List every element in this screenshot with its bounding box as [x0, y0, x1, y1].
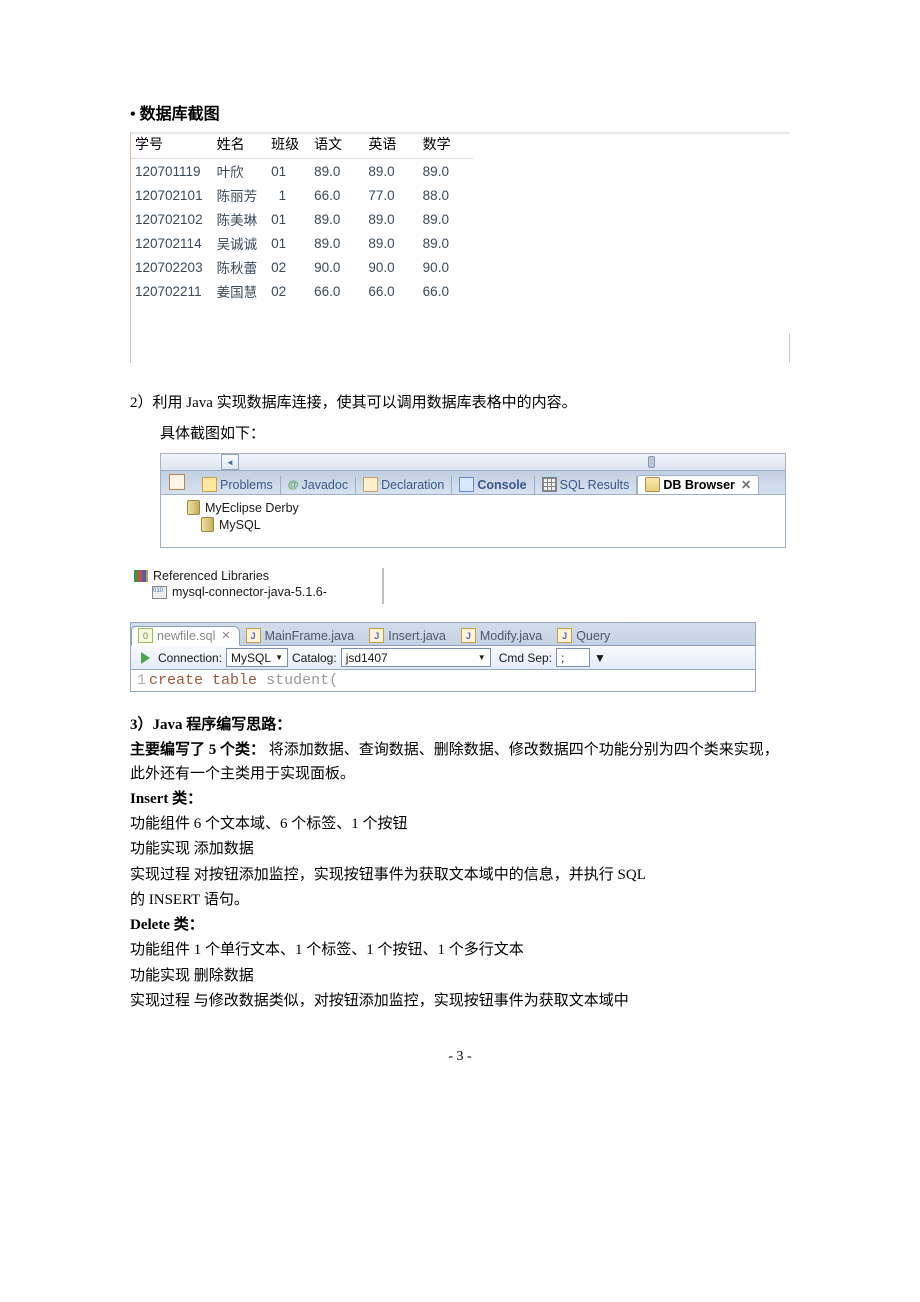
section-3: 3）Java 程序编写思路： 主要编写了 5 个类： 将添加数据、查询数据、删除…: [130, 714, 790, 1013]
table-row: 120702102陈美琳0189.089.089.0: [131, 207, 473, 231]
tab-insert[interactable]: JInsert.java: [363, 627, 455, 645]
at-icon: @: [288, 479, 299, 491]
chevron-down-icon: ▼: [275, 653, 283, 662]
database-icon: [201, 517, 214, 532]
console-icon: [459, 477, 474, 492]
table-row: 120702114吴诚诚0189.089.089.0: [131, 231, 473, 255]
table-row: 120701119叶欣0189.089.089.0: [131, 159, 473, 184]
connection-label: Connection:: [158, 651, 222, 665]
text-screenshot-below: 具体截图如下：: [160, 422, 790, 443]
table-row: 120702101陈丽芳166.077.088.0: [131, 183, 473, 207]
jar-node[interactable]: mysql-connector-java-5.1.6-: [148, 584, 382, 600]
insert-line: 功能实现 添加数据: [130, 838, 790, 861]
col-english: 英语: [364, 132, 418, 159]
sql-editor-line[interactable]: 1create table student(: [130, 670, 756, 692]
delete-line: 实现过程 与修改数据类似，对按钮添加监控，实现按钮事件为获取文本域中: [130, 990, 790, 1013]
tree-item-mysql[interactable]: MySQL: [201, 516, 785, 533]
cmdsep-combo[interactable]: ;: [556, 648, 590, 667]
editor-tab-strip: 0newfile.sql✕ JMainFrame.java JInsert.ja…: [130, 622, 756, 646]
java-file-icon: J: [557, 628, 572, 643]
scroll-grip-icon[interactable]: [648, 456, 655, 468]
horizontal-scrollbar[interactable]: ◄: [160, 453, 786, 470]
close-icon[interactable]: ✕: [221, 629, 230, 642]
heading-section-3: 3）Java 程序编写思路：: [130, 717, 291, 733]
tab-declaration[interactable]: Declaration: [356, 476, 452, 494]
sql-file-icon: 0: [138, 628, 153, 643]
tab-mainframe[interactable]: JMainFrame.java: [240, 627, 364, 645]
tab-modify[interactable]: JModify.java: [455, 627, 551, 645]
insert-line: 的 INSERT 语句。: [130, 889, 790, 912]
db-browser-tree: MyEclipse Derby MySQL: [160, 495, 786, 548]
heading-section-2: 2）利用 Java 实现数据库连接，使其可以调用数据库表格中的内容。: [130, 391, 790, 412]
library-icon: [134, 570, 148, 582]
tab-javadoc[interactable]: @Javadoc: [281, 477, 356, 494]
grid-icon: [542, 477, 557, 492]
view-tab-strip: Problems @Javadoc Declaration Console SQ…: [160, 470, 786, 495]
cmdsep-label: Cmd Sep:: [499, 651, 552, 665]
view-menu-icon[interactable]: [169, 474, 185, 490]
run-icon[interactable]: [141, 652, 150, 664]
jar-icon: [152, 586, 167, 599]
referenced-libraries-node[interactable]: Referenced Libraries: [130, 568, 382, 584]
tab-query[interactable]: JQuery: [551, 627, 619, 645]
connection-combo[interactable]: MySQL▼: [226, 648, 288, 667]
referenced-libraries-panel: Referenced Libraries mysql-connector-jav…: [130, 568, 384, 604]
database-icon: [645, 477, 660, 492]
heading-insert-class: Insert 类：: [130, 788, 790, 811]
insert-line: 功能组件 6 个文本域、6 个标签、1 个按钮: [130, 813, 790, 836]
db-table-screenshot: 学号 姓名 班级 语文 英语 数学 120701119叶欣0189.089.08…: [130, 132, 790, 363]
tree-item-derby[interactable]: MyEclipse Derby: [187, 499, 785, 516]
catalog-combo[interactable]: jsd1407▼: [341, 648, 491, 667]
table-row: 120702211姜国慧0266.066.066.0: [131, 279, 473, 303]
database-icon: [187, 500, 200, 515]
table-row: 120702203陈秋蕾0290.090.090.0: [131, 255, 473, 279]
tab-console[interactable]: Console: [452, 476, 534, 494]
java-file-icon: J: [246, 628, 261, 643]
line-number: 1: [137, 672, 146, 689]
col-id: 学号: [131, 132, 213, 159]
chevron-down-icon: ▼: [478, 653, 486, 662]
declaration-icon: [363, 477, 378, 492]
insert-line: 实现过程 对按钮添加监控，实现按钮事件为获取文本域中的信息，并执行 SQL: [130, 864, 790, 887]
tab-problems[interactable]: Problems: [195, 476, 281, 494]
page-number: - 3 -: [130, 1049, 790, 1065]
col-math: 数学: [419, 132, 473, 159]
catalog-label: Catalog:: [292, 651, 337, 665]
col-class: 班级: [267, 132, 310, 159]
chevron-down-icon[interactable]: ▼: [594, 651, 606, 665]
heading-delete-class: Delete 类：: [130, 914, 790, 937]
document-page: • 数据库截图 学号 姓名 班级 语文 英语 数学 120701119叶欣018…: [0, 0, 920, 1105]
warning-icon: [202, 477, 217, 492]
sql-toolbar: Connection: MySQL▼ Catalog: jsd1407▼ Cmd…: [130, 646, 756, 670]
java-file-icon: J: [461, 628, 476, 643]
section-3-lead-bold: 主要编写了 5 个类：: [130, 742, 265, 758]
eclipse-views-panel: ◄ Problems @Javadoc Declaration Console …: [160, 453, 786, 548]
student-table: 学号 姓名 班级 语文 英语 数学 120701119叶欣0189.089.08…: [131, 132, 473, 303]
editor-panel: 0newfile.sql✕ JMainFrame.java JInsert.ja…: [130, 622, 756, 692]
col-name: 姓名: [213, 132, 268, 159]
col-chinese: 语文: [310, 132, 364, 159]
delete-line: 功能实现 删除数据: [130, 965, 790, 988]
heading-db-screenshot: • 数据库截图: [130, 100, 790, 124]
close-icon[interactable]: ✕: [741, 477, 751, 492]
delete-line: 功能组件 1 个单行文本、1 个标签、1 个按钮、1 个多行文本: [130, 939, 790, 962]
table-header-row: 学号 姓名 班级 语文 英语 数学: [131, 132, 473, 159]
scroll-left-button[interactable]: ◄: [221, 454, 239, 470]
tab-sql-results[interactable]: SQL Results: [535, 476, 638, 494]
tab-db-browser[interactable]: DB Browser✕: [637, 475, 759, 494]
java-file-icon: J: [369, 628, 384, 643]
tab-newfile-sql[interactable]: 0newfile.sql✕: [131, 626, 240, 646]
